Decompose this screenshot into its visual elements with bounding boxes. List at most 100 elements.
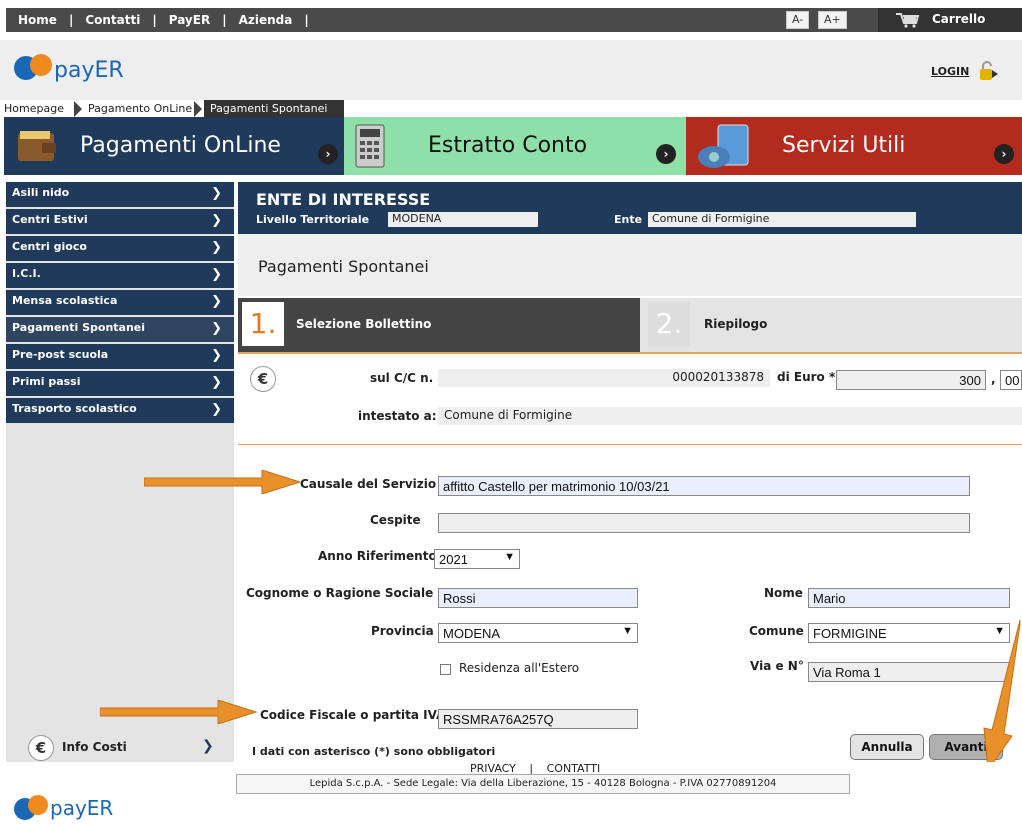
obbligatori-note: I dati con asterisco (*) sono obbligator… <box>252 745 496 758</box>
cart-icon <box>896 13 920 28</box>
chevron-right-icon: ❯ <box>211 213 222 228</box>
footer-company-info: Lepida S.c.p.A. - Sede Legale: Via della… <box>236 774 850 794</box>
sidebar-item-ici[interactable]: I.C.I. ❯ <box>6 263 234 289</box>
sidebar-item-primi-passi[interactable]: Primi passi ❯ <box>6 371 234 397</box>
breadcrumb-homepage[interactable]: Homepage <box>4 102 64 115</box>
breadcrumb-separator-icon <box>74 101 82 117</box>
cc-label: sul C/C n. <box>370 371 434 385</box>
step-number: 2. <box>648 302 690 346</box>
cognome-label: Cognome o Ragione Sociale <box>246 586 434 600</box>
chevron-right-icon: ❯ <box>211 240 222 255</box>
nav-link-payer[interactable]: PayER <box>163 13 216 27</box>
residenza-label: Residenza all'Estero <box>459 661 580 675</box>
sidebar-item-label: Pagamenti Spontanei <box>12 321 146 334</box>
cespite-label: Cespite <box>370 513 421 527</box>
anno-label: Anno Riferimento <box>318 549 437 563</box>
annulla-button[interactable]: Annulla <box>850 734 924 760</box>
banner-servizi-utili[interactable]: Servizi Utili › <box>686 117 1022 175</box>
font-increase-button[interactable]: A+ <box>818 11 847 29</box>
annotation-arrow-icon <box>100 700 258 724</box>
euro-cents-input[interactable]: 00 <box>1000 370 1022 390</box>
payer-logo[interactable]: payER <box>14 50 134 90</box>
top-nav: Home | Contatti | PayER | Azienda | A- A+ Ca… <box>6 8 1022 32</box>
sidebar-item-label: Centri gioco <box>12 240 87 253</box>
sidebar-item-label: Pre-post scuola <box>12 348 109 361</box>
chevron-down-icon: ▼ <box>622 625 633 637</box>
banner-estratto-conto[interactable]: Estratto Conto › <box>344 117 686 175</box>
sidebar-item-label: Mensa scolastica <box>12 294 118 307</box>
breadcrumb-current: Pagamenti Spontanei <box>204 100 344 118</box>
breadcrumb-pagamento-online[interactable]: Pagamento OnLine <box>88 102 192 115</box>
chevron-right-icon: › <box>318 144 338 164</box>
page-title-bar: Pagamenti Spontanei <box>238 234 1022 296</box>
ente-label: Ente <box>614 213 643 226</box>
codice-fiscale-input[interactable]: RSSMRA76A257Q <box>438 709 638 729</box>
sidebar-item-trasporto-scolastico[interactable]: Trasporto scolastico ❯ <box>6 398 234 424</box>
cognome-input[interactable]: Rossi <box>438 588 638 608</box>
lock-icon[interactable] <box>977 60 999 82</box>
euro-label: di Euro * <box>777 370 836 384</box>
chevron-right-icon: ❯ <box>211 186 222 201</box>
divider <box>238 444 1022 445</box>
sidebar-item-centri-gioco[interactable]: Centri gioco ❯ <box>6 236 234 262</box>
residenza-checkbox[interactable] <box>440 664 451 675</box>
euro-icon: € <box>28 735 54 761</box>
causale-label: Causale del Servizio <box>300 477 437 491</box>
banner-label: Pagamenti OnLine <box>80 133 281 158</box>
banner-label: Estratto Conto <box>428 133 588 158</box>
footer-logo: payER <box>14 790 134 824</box>
cc-value: 000020133878 <box>438 369 770 387</box>
anno-select-value: 2021 <box>439 552 468 567</box>
sidebar-item-asili-nido[interactable]: Asili nido ❯ <box>6 182 234 208</box>
chevron-right-icon: › <box>656 144 676 164</box>
step-label: Selezione Bollettino <box>296 317 432 331</box>
provincia-select-value: MODENA <box>443 626 501 641</box>
step-1: 1. Selezione Bollettino <box>238 298 640 352</box>
cart-button[interactable]: Carrello <box>878 8 1022 32</box>
banner-pagamenti-online[interactable]: Pagamenti OnLine › <box>4 117 344 175</box>
page-title: Pagamenti Spontanei <box>258 257 429 276</box>
step-number: 1. <box>242 302 284 346</box>
chevron-down-icon: ▼ <box>504 551 515 563</box>
intestato-label: intestato a: <box>358 409 437 423</box>
causale-input[interactable]: affitto Castello per matrimonio 10/03/21 <box>438 476 970 496</box>
via-label: Via e N° <box>750 659 804 673</box>
sidebar-item-pagamenti-spontanei[interactable]: Pagamenti Spontanei ❯ <box>6 317 234 343</box>
section-banners: Pagamenti OnLine › Estratto Conto › Serv… <box>4 117 1022 175</box>
info-costi-link[interactable]: Info Costi <box>62 740 127 754</box>
sidebar-item-mensa-scolastica[interactable]: Mensa scolastica ❯ <box>6 290 234 316</box>
phone-device-icon <box>698 124 749 168</box>
anno-select[interactable]: 2021 ▼ <box>434 549 520 569</box>
provincia-select[interactable]: MODENA ▼ <box>438 623 638 643</box>
banner-label: Servizi Utili <box>782 133 906 158</box>
sidebar-item-label: Primi passi <box>12 375 81 388</box>
logo-text: payER <box>54 58 124 83</box>
nav-link-home[interactable]: Home <box>12 13 63 27</box>
header: payER LOGIN <box>0 40 1022 100</box>
chevron-right-icon: ❯ <box>211 375 222 390</box>
calculator-icon <box>355 124 385 168</box>
nav-link-contatti[interactable]: Contatti <box>79 13 146 27</box>
font-decrease-button[interactable]: A- <box>786 11 810 29</box>
chevron-right-icon: ❯ <box>211 348 222 363</box>
steps-bar: 1. Selezione Bollettino 2. Riepilogo <box>238 298 1022 352</box>
ente-heading: ENTE DI INTERESSE <box>256 190 431 209</box>
livello-label: Livello Territoriale <box>256 213 370 226</box>
cart-label: Carrello <box>932 12 986 26</box>
sidebar-item-pre-post-scuola[interactable]: Pre-post scuola ❯ <box>6 344 234 370</box>
chevron-right-icon: ❯ <box>211 321 222 336</box>
nav-link-azienda[interactable]: Azienda <box>233 13 299 27</box>
login-link[interactable]: LOGIN <box>931 65 969 78</box>
cespite-input[interactable] <box>438 513 970 533</box>
chevron-right-icon: ❯ <box>211 267 222 282</box>
sidebar-item-label: Asili nido <box>12 186 70 199</box>
comune-select-value: FORMIGINE <box>813 626 887 641</box>
top-bar: Home | Contatti | PayER | Azienda | A- A+ Ca… <box>0 0 1022 40</box>
chevron-right-icon: › <box>994 144 1014 164</box>
nome-input[interactable]: Mario <box>808 588 1010 608</box>
sidebar-item-centri-estivi[interactable]: Centri Estivi ❯ <box>6 209 234 235</box>
ente-panel: ENTE DI INTERESSE Livello Territoriale M… <box>238 182 1022 234</box>
euro-amount-input[interactable]: 300 <box>836 370 986 390</box>
chevron-right-icon[interactable]: ❯ <box>202 738 214 754</box>
step-2: 2. Riepilogo <box>640 298 1022 352</box>
